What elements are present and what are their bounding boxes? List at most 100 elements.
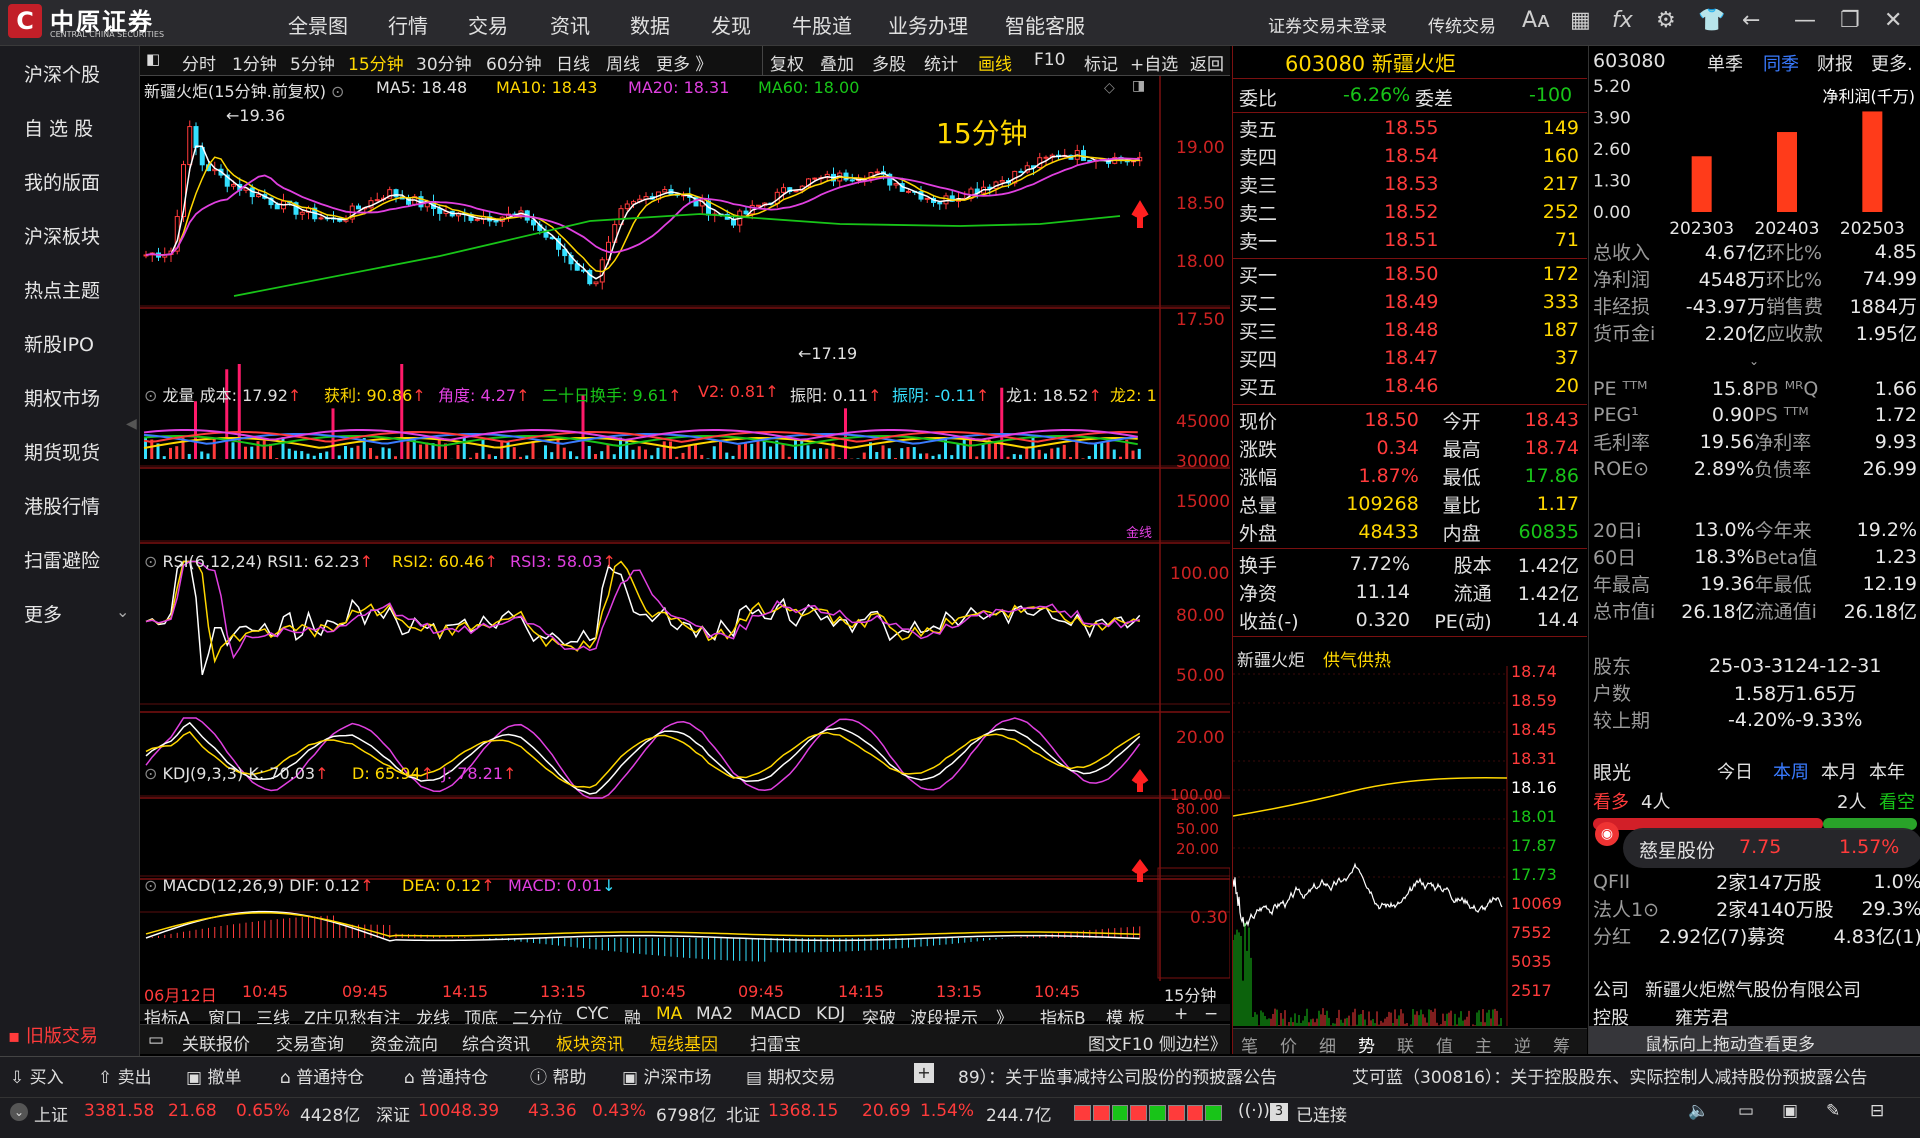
mini-tab[interactable]: 联 xyxy=(1397,1032,1414,1057)
ind-tab[interactable]: KDJ xyxy=(816,1004,845,1024)
eye-tab[interactable]: 本年 xyxy=(1869,758,1905,784)
index-quote-cell[interactable]: 3381.58 xyxy=(84,1101,154,1121)
monitor-icon[interactable]: ▣ xyxy=(1782,1101,1798,1121)
news-ticker-1[interactable]: 89）：关于监事减持公司股份的预披露公告 xyxy=(958,1063,1277,1088)
ind-tab[interactable]: MA2 xyxy=(696,1004,733,1024)
index-quote-cell[interactable]: 1.54% xyxy=(920,1101,974,1121)
info-tab[interactable]: 扫雷宝 xyxy=(750,1030,801,1055)
period-tab[interactable]: 周线 xyxy=(606,50,640,75)
old-trade-link[interactable]: ▪ 旧版交易 xyxy=(8,1022,98,1048)
order-row[interactable]: 买四 18.47 37 xyxy=(1239,344,1579,372)
font-size-icon[interactable]: Aᴀ xyxy=(1522,8,1550,33)
order-row[interactable]: 收益(-) 0.320 PE(动) 14.4 xyxy=(1239,606,1579,634)
position-button[interactable]: ⌂ 普通持仓 xyxy=(280,1063,364,1088)
order-row[interactable]: 买二 18.49 333 xyxy=(1239,288,1579,316)
index-quote-cell[interactable]: 6798亿 xyxy=(656,1101,716,1126)
help-button[interactable]: ⓘ 帮助 xyxy=(530,1063,586,1088)
sidebar-item-ipo[interactable]: 新股IPO xyxy=(24,330,94,357)
index-quote-cell[interactable]: 北证 xyxy=(726,1101,760,1126)
period-tab[interactable]: 30分钟 xyxy=(416,50,472,75)
sidebar-item-my-layout[interactable]: 我的版面 xyxy=(24,168,100,195)
order-row[interactable]: 总量 109268 量比 1.17 xyxy=(1239,490,1579,518)
chart-area[interactable]: 新疆火炬(15分钟.前复权) ⊙ MA5: 18.48 MA10: 18.43 … xyxy=(140,76,1230,1029)
sidebar-item-stocks[interactable]: 沪深个股 xyxy=(24,60,100,87)
eye-tab-active[interactable]: 本周 xyxy=(1773,758,1809,784)
settings-gear-icon[interactable]: ⚙ xyxy=(1656,8,1676,33)
skin-shirt-icon[interactable]: 👕 xyxy=(1698,8,1725,33)
order-row[interactable]: 涨跌 0.34 最高 18.74 xyxy=(1239,434,1579,462)
tool-return[interactable]: 返回 xyxy=(1190,50,1224,75)
mini-tab[interactable]: 势 xyxy=(1358,1032,1375,1057)
order-row[interactable]: 涨幅 1.87% 最低 17.86 xyxy=(1239,462,1579,490)
nav-discover[interactable]: 发现 xyxy=(711,10,751,39)
tool-overlay[interactable]: 叠加 xyxy=(820,50,854,75)
period-tab[interactable]: 60分钟 xyxy=(486,50,542,75)
options-trade-button[interactable]: ▤ 期权交易 xyxy=(746,1063,835,1088)
mini-tab[interactable]: 筹 xyxy=(1553,1032,1570,1057)
mini-tab[interactable]: 价 xyxy=(1280,1032,1297,1057)
tool-mark[interactable]: 标记 xyxy=(1084,50,1118,75)
info-tab[interactable]: 短线基因 xyxy=(650,1030,718,1055)
fin-tab[interactable]: 更多. xyxy=(1871,50,1913,76)
nav-business[interactable]: 业务办理 xyxy=(888,10,968,39)
sidebar-item-hot-topics[interactable]: 热点主题 xyxy=(24,276,100,303)
period-tab[interactable]: 5分钟 xyxy=(290,50,335,75)
back-arrow-icon[interactable]: ← xyxy=(1742,8,1760,33)
tool-f10[interactable]: F10 xyxy=(1034,50,1065,70)
index-quote-cell[interactable]: 1368.15 xyxy=(768,1101,838,1121)
nav-quotes[interactable]: 行情 xyxy=(388,10,428,39)
eye-tab[interactable]: 本月 xyxy=(1821,758,1857,784)
buy-button[interactable]: ⇩ 买入 xyxy=(10,1063,64,1088)
expand-chevron-icon[interactable]: ⌄ xyxy=(1749,354,1759,368)
tool-multi[interactable]: 多股 xyxy=(872,50,906,75)
tool-adjust[interactable]: 复权 xyxy=(770,50,804,75)
tool-stats[interactable]: 统计 xyxy=(924,50,958,75)
mini-tab[interactable]: 值 xyxy=(1436,1032,1453,1057)
order-row[interactable]: 净资 11.14 流通 1.42亿 xyxy=(1239,578,1579,606)
formula-icon[interactable]: fx xyxy=(1612,8,1633,33)
index-quote-cell[interactable]: 4428亿 xyxy=(300,1101,360,1126)
order-row[interactable]: 买一 18.50 172 xyxy=(1239,260,1579,288)
sidebar-item-risk[interactable]: 扫雷避险 xyxy=(24,546,100,573)
info-tab[interactable]: 综合资讯 xyxy=(462,1030,530,1055)
sidebar-item-futures[interactable]: 期货现货 xyxy=(24,438,100,465)
index-quote-cell[interactable]: 20.69 xyxy=(862,1101,911,1121)
index-quote-cell[interactable]: 0.43% xyxy=(592,1101,646,1121)
order-row[interactable]: 换手 7.72% 股本 1.42亿 xyxy=(1239,550,1579,578)
panel-toggle-icon[interactable]: ◧ xyxy=(146,50,160,68)
order-row[interactable]: 买三 18.48 187 xyxy=(1239,316,1579,344)
index-quote-cell[interactable]: 43.36 xyxy=(528,1101,577,1121)
panel-toggle-icon[interactable]: ▭ xyxy=(148,1030,164,1050)
minimize-icon[interactable]: — xyxy=(1794,8,1816,33)
chevron-down-icon[interactable]: ⌄ xyxy=(116,602,129,621)
remove-icon[interactable]: − xyxy=(1204,1004,1218,1024)
index-quote-cell[interactable]: 上证 xyxy=(34,1101,68,1126)
fin-tab-active[interactable]: 同季 xyxy=(1763,50,1799,76)
tool-add-watch[interactable]: +自选 xyxy=(1130,50,1178,75)
nav-bull-stock[interactable]: 牛股道 xyxy=(792,10,852,39)
tray-icon[interactable]: ⊟ xyxy=(1870,1101,1884,1121)
close-icon[interactable]: ✕ xyxy=(1884,8,1902,33)
ind-tab-active[interactable]: MA xyxy=(656,1004,682,1024)
stock-popup[interactable]: 慈星股份 7.75 1.57% xyxy=(1623,828,1920,868)
index-quote-cell[interactable]: 10048.39 xyxy=(418,1101,499,1121)
fin-tab[interactable]: 财报 xyxy=(1817,50,1853,76)
f10-sidebar-tab[interactable]: 图文F10 侧边栏》 xyxy=(1088,1030,1227,1055)
add-news-icon[interactable]: + xyxy=(914,1063,934,1083)
index-quote-cell[interactable]: 深证 xyxy=(376,1101,410,1126)
period-tab[interactable]: 1分钟 xyxy=(232,50,277,75)
info-tab[interactable]: 交易查询 xyxy=(276,1030,344,1055)
period-tab-active[interactable]: 15分钟 xyxy=(348,50,404,75)
index-quote-cell[interactable]: 21.68 xyxy=(168,1101,217,1121)
nav-service[interactable]: 智能客服 xyxy=(1005,10,1085,39)
nav-data[interactable]: 数据 xyxy=(630,10,670,39)
keyboard-icon[interactable]: ▭ xyxy=(1738,1101,1754,1121)
sidebar-item-hk[interactable]: 港股行情 xyxy=(24,492,100,519)
period-tab[interactable]: 日线 xyxy=(556,50,590,75)
period-tab[interactable]: 分时 xyxy=(182,50,216,75)
info-tab[interactable]: 板块资讯 xyxy=(556,1030,624,1055)
diamond-icon[interactable]: ◇ xyxy=(1104,80,1115,96)
sidebar-item-more[interactable]: 更多 xyxy=(24,600,62,627)
index-quote-cell[interactable]: 244.7亿 xyxy=(986,1101,1052,1126)
market-button[interactable]: ▣ 沪深市场 xyxy=(622,1063,711,1088)
